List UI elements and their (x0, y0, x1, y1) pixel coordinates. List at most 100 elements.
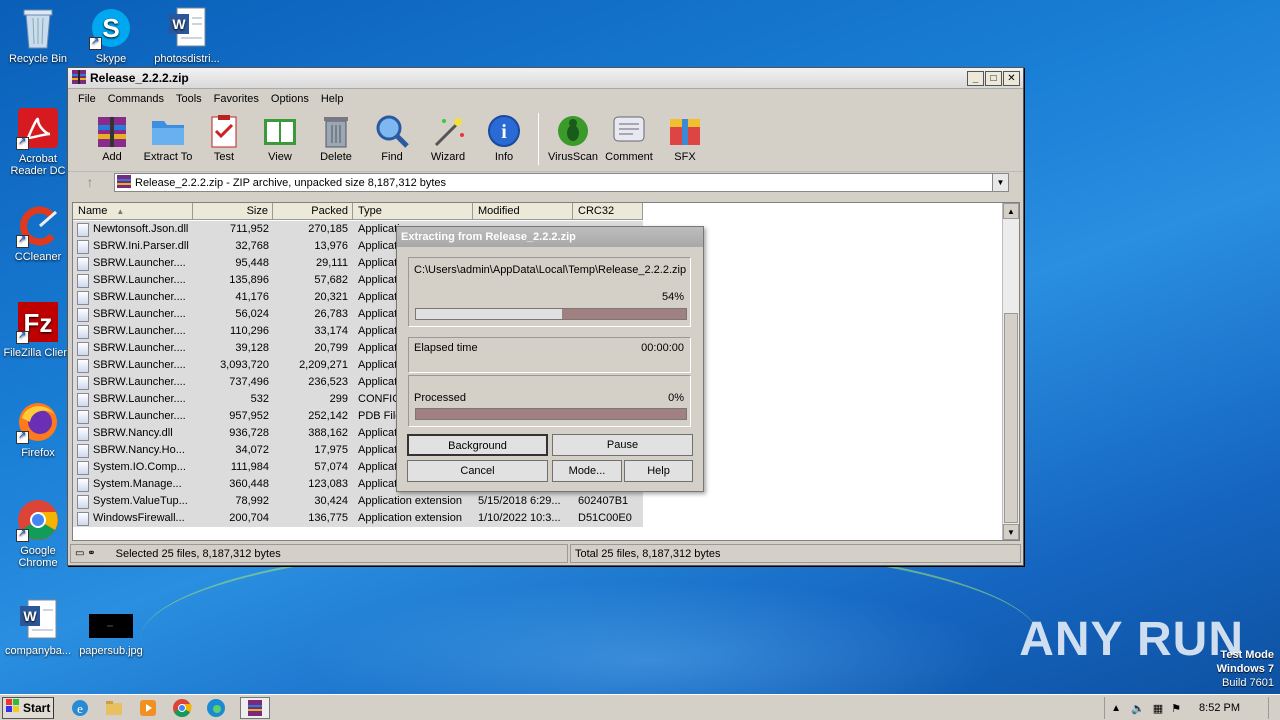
up-arrow-icon[interactable]: ↑ (76, 174, 104, 192)
processed-percent: 0% (668, 392, 684, 404)
winrar-taskbar-button[interactable] (240, 696, 270, 719)
svg-text:W: W (172, 16, 186, 32)
comment-button[interactable]: Comment (601, 113, 657, 163)
find-button[interactable]: Find (364, 113, 420, 163)
column-modified[interactable]: Modified (473, 203, 573, 220)
menu-options[interactable]: Options (265, 93, 315, 105)
column-size[interactable]: Size (193, 203, 273, 220)
scroll-thumb[interactable] (1004, 313, 1018, 523)
desktop-icon-companyba[interactable]: W companyba... (0, 598, 76, 657)
desktop-icon-chrome[interactable]: Google Chrome (0, 498, 76, 569)
processed-label: Processed (414, 392, 466, 404)
help-button[interactable]: Help (624, 460, 693, 482)
column-crc32[interactable]: CRC32 (573, 203, 643, 220)
scroll-up-icon[interactable]: ▲ (1003, 203, 1019, 219)
menu-help[interactable]: Help (315, 93, 350, 105)
network-icon[interactable]: ▦ (1153, 702, 1163, 715)
add-button[interactable]: Add (84, 113, 140, 163)
menu-file[interactable]: File (72, 93, 102, 105)
cancel-button[interactable]: Cancel (407, 460, 548, 482)
toolbar-label: Extract To (143, 151, 193, 163)
view-button[interactable]: View (252, 113, 308, 163)
toolbar-label: Delete (320, 151, 352, 163)
desktop-icon-skype[interactable]: S Skype (73, 6, 149, 65)
shortcut-arrow-icon (16, 136, 29, 150)
file-packed-cell: 2,209,271 (299, 359, 348, 371)
dialog-title[interactable]: Extracting from Release_2.2.2.zip (397, 227, 703, 247)
desktop-icon-firefox[interactable]: Firefox (0, 400, 76, 459)
explorer-icon[interactable] (104, 698, 126, 718)
shortcut-arrow-icon (16, 234, 29, 248)
path-field[interactable]: Release_2.2.2.zip - ZIP archive, unpacke… (114, 173, 1009, 192)
ie-icon[interactable]: e (70, 698, 92, 718)
column-name[interactable]: Name ▲ (73, 203, 193, 220)
column-packed[interactable]: Packed (273, 203, 353, 220)
volume-icon[interactable]: 🔈 (1131, 702, 1145, 715)
desktop-icon-recycle-bin[interactable]: Recycle Bin (0, 6, 76, 65)
chevron-down-icon[interactable]: ▼ (992, 174, 1008, 191)
dll-file-icon (77, 460, 89, 475)
file-packed-cell: 26,783 (314, 308, 348, 320)
menu-bar: File Commands Tools Favorites Options He… (68, 89, 1023, 109)
processed-group: Processed 0% (408, 375, 691, 427)
file-size-cell: 95,448 (235, 257, 269, 269)
file-size-cell: 56,024 (235, 308, 269, 320)
file-size-cell: 532 (250, 393, 269, 405)
file-packed-cell: 299 (329, 393, 348, 405)
wand-icon (430, 113, 466, 149)
desktop-icon-acrobat[interactable]: Acrobat Reader DC (0, 106, 76, 177)
menu-tools[interactable]: Tools (170, 93, 208, 105)
info-button[interactable]: i Info (476, 113, 532, 163)
menu-commands[interactable]: Commands (102, 93, 170, 105)
edge-icon[interactable] (206, 698, 228, 718)
desktop-icon-ccleaner[interactable]: CCleaner (0, 204, 76, 263)
start-button[interactable]: Start (2, 696, 54, 719)
background-button[interactable]: Background (407, 434, 548, 456)
pause-button[interactable]: Pause (552, 434, 693, 456)
file-modified-cell: 1/10/2022 10:3... (478, 512, 561, 524)
file-packed-cell: 13,976 (314, 240, 348, 252)
mode-button[interactable]: Mode... (552, 460, 622, 482)
dll-file-icon (77, 392, 89, 407)
flag-icon[interactable]: ⚑ (1171, 702, 1181, 715)
close-button[interactable]: ✕ (1003, 70, 1020, 86)
test-mode-line1: Test Mode (1220, 649, 1274, 661)
file-progress-bar (415, 308, 687, 320)
column-type[interactable]: Type (353, 203, 473, 220)
desktop-icon-papersub[interactable]: papersub.jpg (73, 606, 149, 657)
clock[interactable]: 8:52 PM (1199, 702, 1240, 714)
dll-file-icon (77, 222, 89, 237)
chrome-icon[interactable] (172, 698, 194, 718)
vertical-scrollbar[interactable]: ▲ ▼ (1002, 203, 1019, 540)
title-bar[interactable]: Release_2.2.2.zip _ □ ✕ (68, 68, 1023, 89)
extract-to-button[interactable]: Extract To (140, 113, 196, 163)
toolbar-separator (538, 113, 539, 165)
file-name-cell: SBRW.Launcher.... (73, 323, 193, 340)
wizard-button[interactable]: Wizard (420, 113, 476, 163)
delete-button[interactable]: Delete (308, 113, 364, 163)
test-button[interactable]: Test (196, 113, 252, 163)
file-packed-cell: 33,174 (314, 325, 348, 337)
file-name-cell: Newtonsoft.Json.dll (73, 221, 193, 238)
chevron-up-icon[interactable]: ▲ (1111, 703, 1121, 714)
file-size-cell: 711,952 (230, 223, 269, 235)
table-row[interactable]: WindowsFirewall... 200,704 136,775 Applicat… (73, 510, 643, 527)
minimize-button[interactable]: _ (967, 70, 984, 86)
menu-favorites[interactable]: Favorites (208, 93, 265, 105)
file-packed-cell: 270,185 (308, 223, 348, 235)
scroll-down-icon[interactable]: ▼ (1003, 524, 1019, 540)
desktop-icon-filezilla[interactable]: Fz FileZilla Client (0, 300, 76, 359)
file-name-text: SBRW.Launcher.... (93, 376, 186, 388)
sfx-button[interactable]: SFX (657, 113, 713, 163)
show-desktop-button[interactable] (1268, 697, 1280, 719)
table-row[interactable]: System.ValueTup... 78,992 30,424 Applicatio… (73, 493, 643, 510)
ccleaner-icon (16, 204, 60, 248)
toolbar-label: Comment (605, 151, 653, 163)
file-name-text: System.ValueTup... (93, 495, 188, 507)
virusscan-button[interactable]: VirusScan (545, 113, 601, 163)
file-packed-cell: 57,074 (314, 461, 348, 473)
word-document-icon: W (16, 598, 60, 642)
desktop-icon-photosdistri[interactable]: W photosdistri... (149, 6, 225, 65)
maximize-button[interactable]: □ (985, 70, 1002, 86)
media-player-icon[interactable] (138, 698, 160, 718)
